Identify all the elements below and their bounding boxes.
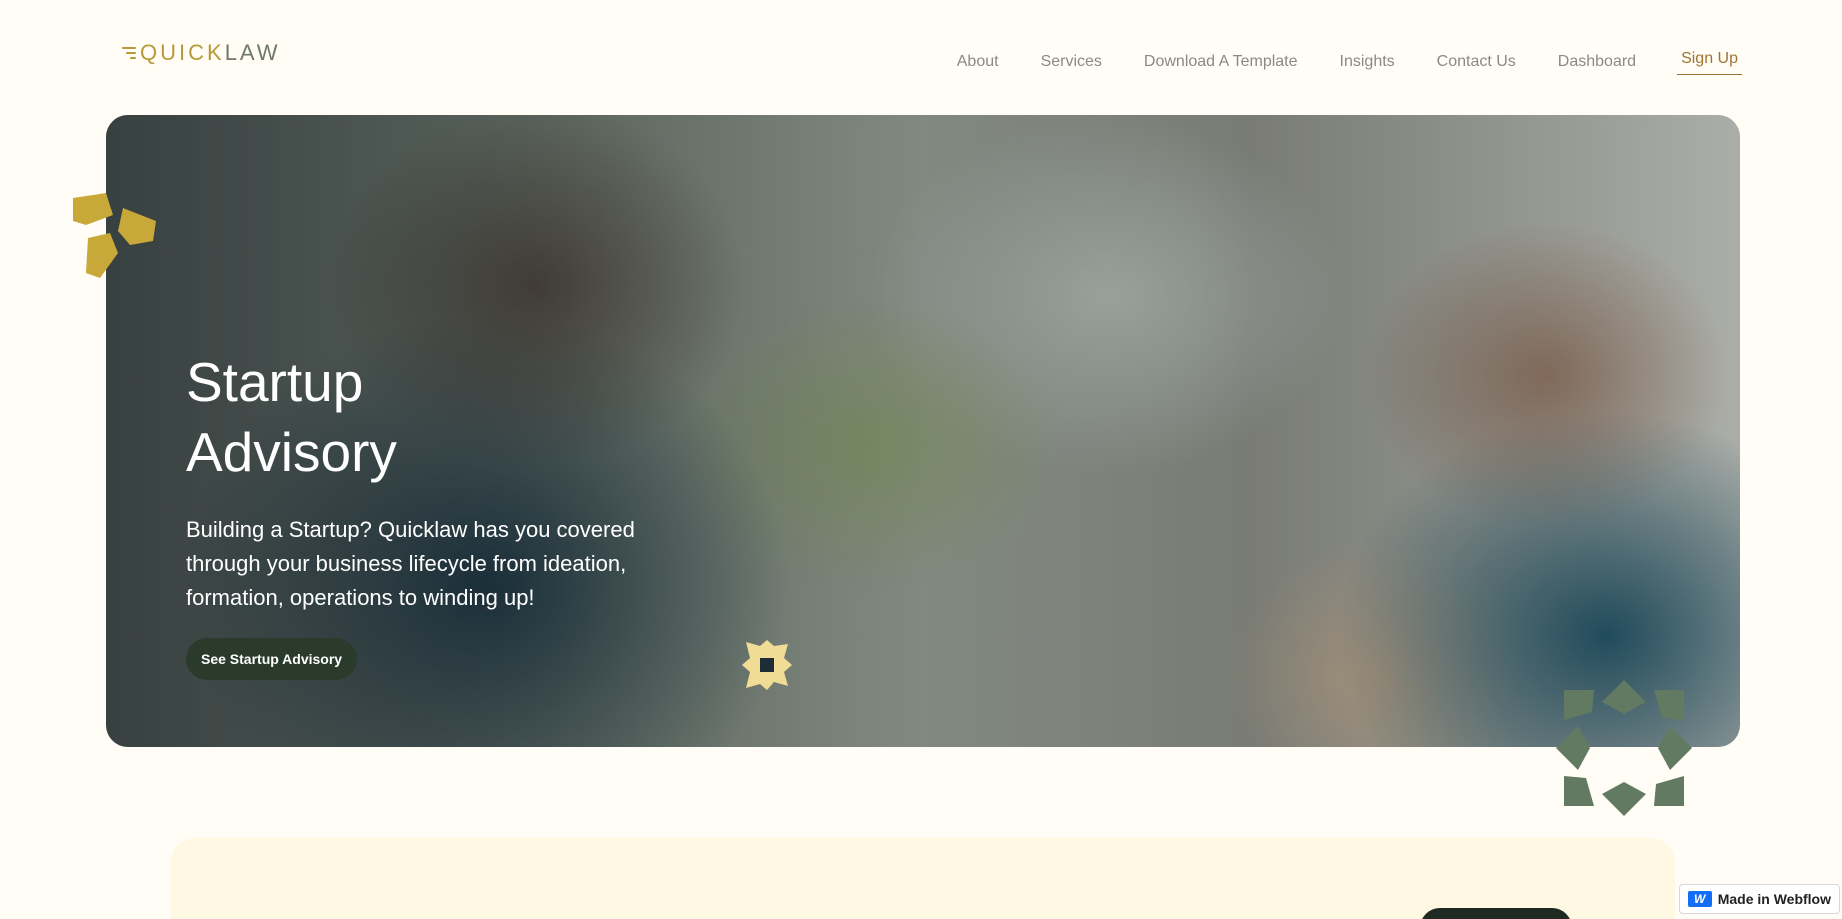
hero-content: Startup Advisory Building a Startup? Qui… <box>186 347 686 680</box>
nav-about[interactable]: About <box>936 51 1020 73</box>
cream-star-icon <box>742 640 792 690</box>
nav-insights[interactable]: Insights <box>1319 51 1416 73</box>
nav-dashboard[interactable]: Dashboard <box>1537 51 1657 73</box>
main-nav: About Services Download A Template Insig… <box>936 48 1742 75</box>
quicklaw-logo[interactable]: QUICKLAW <box>116 40 281 66</box>
logo-q: Q <box>140 40 161 65</box>
see-startup-advisory-button[interactable]: See Startup Advisory <box>186 638 358 680</box>
card-button[interactable] <box>1420 908 1572 919</box>
made-in-webflow-badge[interactable]: W Made in Webflow <box>1678 884 1840 914</box>
nav-contact-us[interactable]: Contact Us <box>1416 51 1537 73</box>
webflow-icon: W <box>1687 891 1712 907</box>
speed-lines-icon <box>116 46 136 60</box>
logo-uick: UICK <box>160 40 225 65</box>
green-flower-icon <box>1556 680 1692 816</box>
nav-sign-up[interactable]: Sign Up <box>1677 48 1742 75</box>
badge-label: Made in Webflow <box>1717 891 1831 907</box>
hero-description: Building a Startup? Quicklaw has you cov… <box>186 517 635 610</box>
logo-law: LAW <box>224 40 281 65</box>
content-card <box>171 838 1675 919</box>
nav-download-template[interactable]: Download A Template <box>1123 51 1319 73</box>
gold-pinwheel-icon <box>73 193 156 278</box>
logo-text: QUICKLAW <box>140 40 281 66</box>
hero-banner: Startup Advisory Building a Startup? Qui… <box>106 115 1740 747</box>
nav-services[interactable]: Services <box>1020 51 1123 73</box>
hero-title: Startup Advisory <box>186 351 397 483</box>
